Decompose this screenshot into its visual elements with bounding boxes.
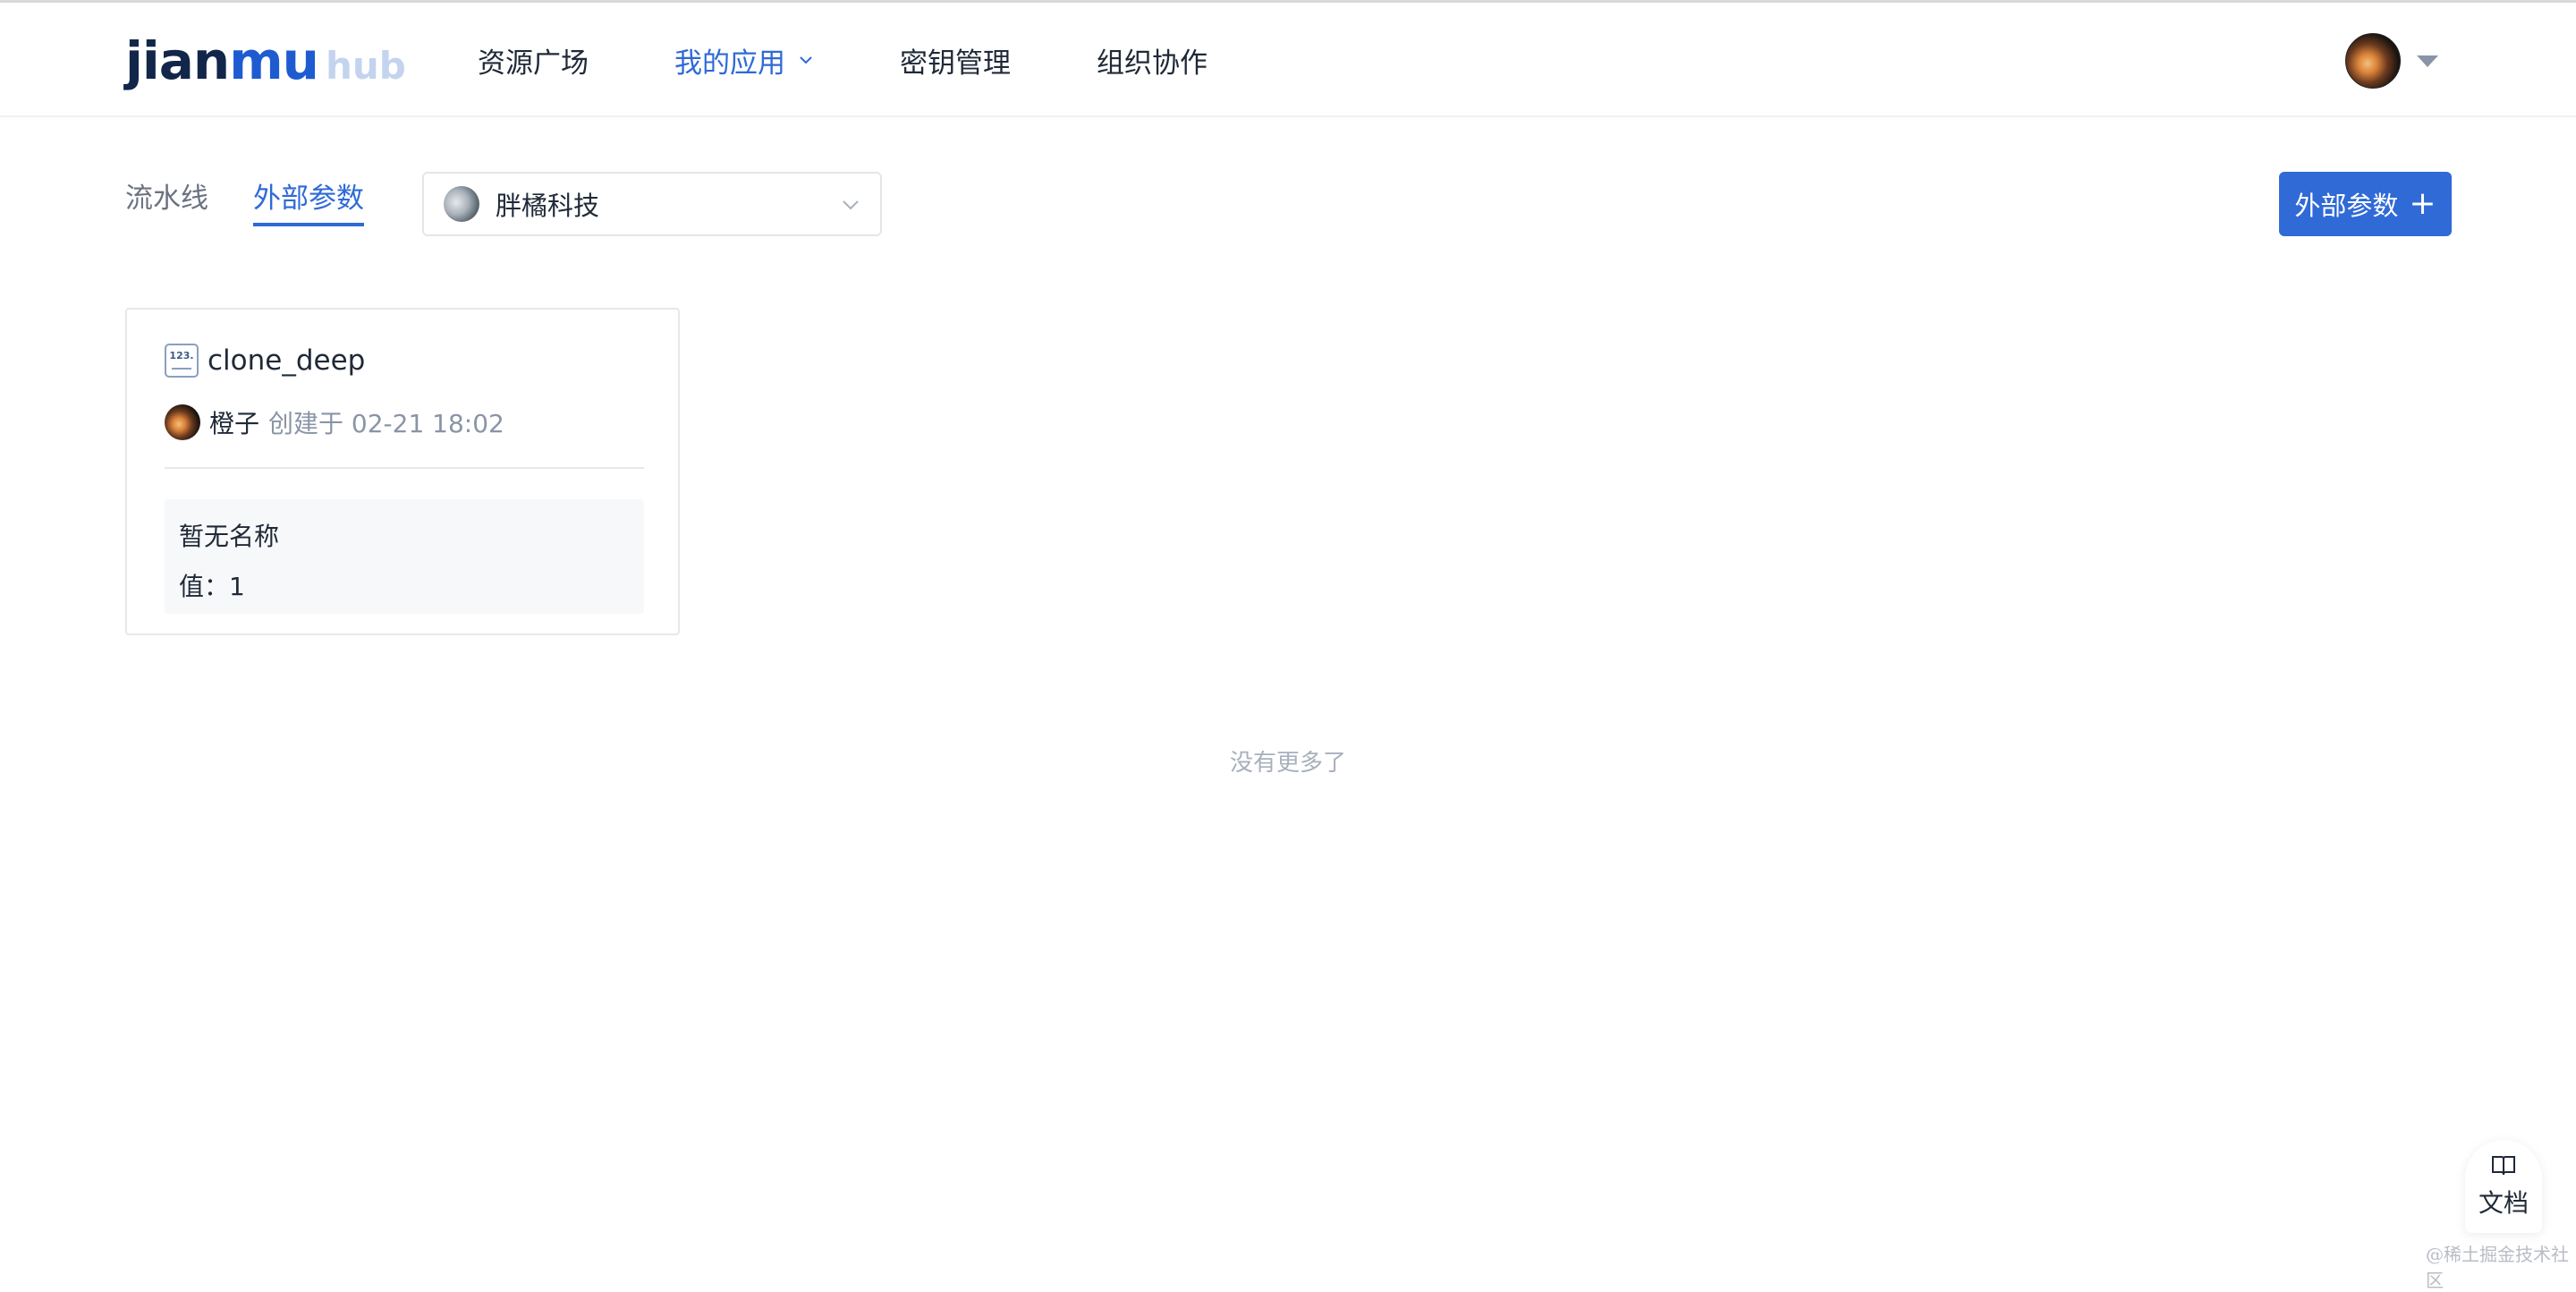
logo[interactable]: jianmu hub [125, 30, 406, 92]
number-type-icon: 123. [165, 344, 199, 378]
nav-item-label: 我的应用 [674, 47, 785, 80]
main-nav: 资源广场 我的应用 密钥管理 组织协作 [478, 3, 1293, 117]
tab-pipeline[interactable]: 流水线 [125, 175, 208, 226]
list-end-text: 没有更多了 [1229, 750, 1346, 777]
chevron-down-icon [843, 200, 859, 210]
param-value: 值：1 [179, 572, 245, 601]
tab-external-params[interactable]: 外部参数 [253, 175, 364, 226]
logo-accent-text: mu [229, 30, 319, 91]
card-meta: 橙子 创建于 02-21 18:02 [165, 404, 504, 440]
nav-item-org-collaboration[interactable]: 组织协作 [1097, 40, 1208, 81]
nav-item-resource-square[interactable]: 资源广场 [478, 40, 589, 81]
logo-main-text: jian [125, 30, 230, 91]
org-select[interactable]: 胖橘科技 [422, 172, 882, 236]
watermark: @稀土掘金技术社区 [2426, 1244, 2569, 1291]
book-icon [2492, 1156, 2515, 1176]
card-title: clone_deep [208, 344, 366, 377]
param-display-name: 暂无名称 [179, 522, 280, 551]
add-button-label: 外部参数 [2294, 191, 2399, 221]
docs-label: 文档 [2478, 1188, 2529, 1218]
author-name: 橙子 [209, 409, 260, 438]
add-external-param-button[interactable]: 外部参数 + [2279, 172, 2452, 236]
plus-icon: + [2409, 185, 2436, 222]
caret-down-icon[interactable] [2417, 55, 2438, 67]
card-title-row: 123. clone_deep [165, 344, 365, 378]
nav-item-label: 组织协作 [1097, 47, 1208, 80]
card-divider [165, 467, 644, 469]
view-tabs: 流水线 外部参数 [125, 175, 409, 226]
org-avatar [444, 186, 479, 222]
nav-item-my-apps[interactable]: 我的应用 [674, 40, 814, 81]
nav-item-label: 资源广场 [478, 47, 589, 80]
nav-item-key-management[interactable]: 密钥管理 [900, 40, 1011, 81]
org-select-value: 胖橘科技 [496, 191, 600, 221]
author-avatar [165, 404, 200, 440]
user-avatar[interactable] [2345, 33, 2401, 89]
card-body: 暂无名称 值：1 [165, 499, 644, 614]
user-menu[interactable] [2345, 33, 2438, 89]
top-header: jianmu hub 资源广场 我的应用 密钥管理 组织协作 [0, 3, 2576, 117]
logo-sub-text: hub [325, 44, 406, 88]
created-time: 创建于 02-21 18:02 [268, 409, 504, 438]
nav-item-label: 密钥管理 [900, 47, 1011, 80]
chevron-down-icon [800, 56, 812, 64]
docs-button[interactable]: 文档 [2465, 1140, 2542, 1233]
param-card[interactable]: 123. clone_deep 橙子 创建于 02-21 18:02 暂无名称 … [125, 308, 680, 635]
